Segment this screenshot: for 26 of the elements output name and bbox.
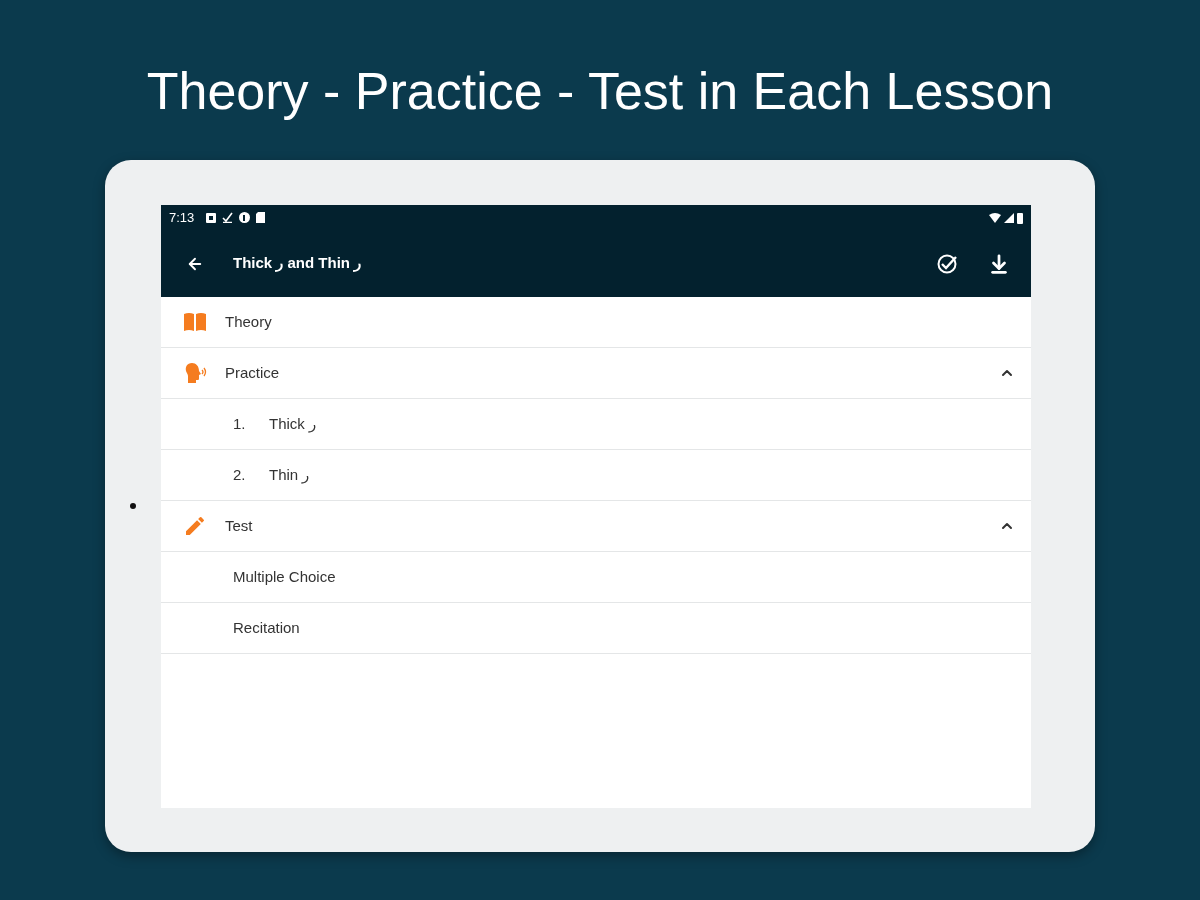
item-label: Recitation bbox=[233, 617, 300, 638]
section-row[interactable]: Theory bbox=[161, 297, 1031, 348]
screen-title: Thick ر and Thin ر bbox=[233, 253, 362, 274]
battery-icon bbox=[1017, 211, 1023, 224]
section-label: Theory bbox=[225, 311, 272, 332]
lesson-item[interactable]: Multiple Choice bbox=[161, 552, 1031, 603]
status-time: 7:13 bbox=[169, 208, 195, 227]
signal-icon bbox=[1004, 212, 1014, 223]
section-row[interactable]: Test bbox=[161, 501, 1031, 552]
notification-square-icon bbox=[206, 212, 217, 223]
sd-card-icon bbox=[256, 212, 266, 223]
pencil-icon bbox=[183, 514, 207, 538]
item-number: 2. bbox=[233, 464, 247, 485]
headline: Theory - Practice - Test in Each Lesson bbox=[146, 61, 1054, 122]
item-label: Multiple Choice bbox=[233, 566, 336, 587]
speaking-head-icon bbox=[183, 361, 207, 385]
section-row[interactable]: Practice bbox=[161, 348, 1031, 399]
book-icon bbox=[183, 312, 207, 332]
section-label: Practice bbox=[225, 362, 280, 383]
item-label: Thin ر bbox=[269, 464, 310, 486]
item-label: Thick ر bbox=[269, 413, 316, 435]
download-done-icon bbox=[222, 212, 234, 223]
section-label: Test bbox=[225, 515, 253, 536]
item-number: 1. bbox=[233, 413, 247, 434]
wifi-icon bbox=[989, 212, 1001, 223]
lesson-item[interactable]: Recitation bbox=[161, 603, 1031, 654]
